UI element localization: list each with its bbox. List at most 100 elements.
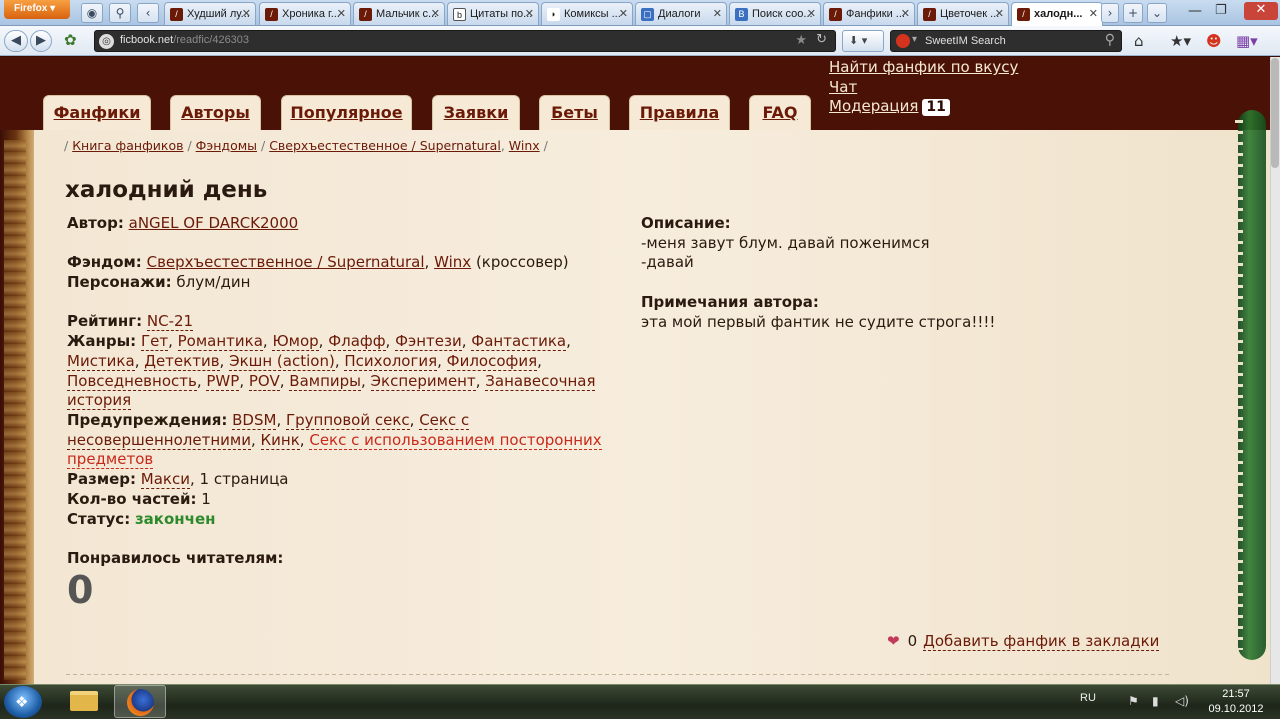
breadcrumb-supernatural[interactable]: Сверхъестественное / Supernatural xyxy=(269,138,501,153)
url-bar[interactable]: ◎ ficbook.net/readfic/426303 ★ ↻ xyxy=(94,30,836,52)
nav-tab-betas[interactable]: Беты xyxy=(539,95,610,131)
close-tab-icon[interactable]: ✕ xyxy=(525,7,534,20)
sweetim-icon[interactable]: ☻ xyxy=(1206,32,1222,50)
fandom-link-winx[interactable]: Winx xyxy=(434,253,471,271)
firefox-menu-button[interactable]: Firefox ▾ xyxy=(4,0,70,19)
genre-link[interactable]: Юмор xyxy=(272,332,319,352)
close-tab-icon[interactable]: ✕ xyxy=(431,7,440,20)
tab-7[interactable]: B Поиск соо... ✕ xyxy=(729,2,821,25)
network-icon[interactable]: ▮ xyxy=(1152,694,1159,708)
taskbar-firefox[interactable] xyxy=(114,685,166,718)
close-tab-icon[interactable]: ✕ xyxy=(901,7,910,20)
genre-link[interactable]: POV xyxy=(248,371,280,391)
close-tab-icon[interactable]: ✕ xyxy=(1089,7,1098,20)
tab-4[interactable]: b Цитаты по... ✕ xyxy=(447,2,539,25)
genre-link[interactable]: Психология xyxy=(344,351,438,371)
nav-tab-rules[interactable]: Правила xyxy=(629,95,730,131)
reload-icon[interactable]: ↻ xyxy=(816,32,827,47)
chat-link[interactable]: Чат xyxy=(829,78,1018,98)
genre-link[interactable]: Повседневность xyxy=(67,371,197,391)
warning-link[interactable]: Кинк xyxy=(260,430,300,450)
genre-link[interactable]: Флафф xyxy=(328,332,386,352)
downloads-button[interactable]: ⬇ ▾ xyxy=(842,30,884,52)
tab-scroll-right-icon[interactable]: › xyxy=(1101,3,1119,23)
warning-link[interactable]: несовершеннолетними xyxy=(67,430,251,450)
tab-2[interactable]: / Хроника г... ✕ xyxy=(259,2,351,25)
close-tab-icon[interactable]: ✕ xyxy=(713,7,722,20)
genre-link[interactable]: Фантастика xyxy=(471,332,567,352)
close-tab-icon[interactable]: ✕ xyxy=(242,7,251,20)
close-tab-icon[interactable]: ✕ xyxy=(619,7,628,20)
add-bookmark-link[interactable]: Добавить фанфик в закладки xyxy=(923,632,1160,651)
apps-icon[interactable]: ▦▾ xyxy=(1236,32,1258,50)
genre-link[interactable]: Гет xyxy=(140,332,169,352)
minimize-icon[interactable]: — xyxy=(1188,3,1202,19)
new-tab-icon[interactable]: + xyxy=(1123,3,1143,23)
heart-icon[interactable]: ❤ xyxy=(887,632,900,650)
tab-8[interactable]: / Фанфики ... ✕ xyxy=(823,2,915,25)
genre-link[interactable]: Фэнтези xyxy=(395,332,462,352)
search-plugin-icon[interactable]: ⚲ xyxy=(109,3,131,23)
close-tab-icon[interactable]: ✕ xyxy=(995,7,1004,20)
genre-link[interactable]: Философия xyxy=(446,351,538,371)
moderation-link[interactable]: Модерация 11 xyxy=(829,97,1018,117)
size-link[interactable]: Макси xyxy=(140,470,190,490)
tab-9[interactable]: / Цветочек ... ✕ xyxy=(917,2,1009,25)
genre-link[interactable]: Детектив xyxy=(144,351,220,371)
forward-icon[interactable]: ▶ xyxy=(30,30,52,52)
tab-list-icon[interactable]: ⌄ xyxy=(1147,3,1167,23)
scrollbar-thumb[interactable] xyxy=(1271,58,1279,168)
breadcrumb-fandoms[interactable]: Фэндомы xyxy=(196,138,257,153)
warning-link-red[interactable]: Секс с использованием посторонних xyxy=(309,430,602,450)
genre-link[interactable]: Вампиры xyxy=(289,371,361,391)
volume-icon[interactable]: ◁) xyxy=(1175,694,1189,708)
maximize-icon[interactable]: ❐ xyxy=(1215,3,1227,18)
fandom-link-supernatural[interactable]: Сверхъестественное / Supernatural xyxy=(147,253,425,271)
rating-link[interactable]: NC-21 xyxy=(146,312,194,332)
genre-link[interactable]: Экшн (action) xyxy=(229,351,335,371)
bookmarks-icon[interactable]: ★▾ xyxy=(1170,32,1191,50)
genre-link[interactable]: Мистика xyxy=(67,351,135,371)
tab-5[interactable]: ◗ Комиксы ... ✕ xyxy=(541,2,633,25)
tab-scroll-left-icon[interactable]: ‹ xyxy=(137,3,159,23)
warning-link[interactable]: BDSM xyxy=(232,411,277,430)
author-link[interactable]: aNGEL OF DARCK2000 xyxy=(129,214,299,232)
genre-link[interactable]: PWP xyxy=(206,371,240,391)
tab-6[interactable]: ▢ Диалоги ✕ xyxy=(635,2,727,25)
breadcrumb-winx[interactable]: Winx xyxy=(509,138,540,153)
search-engine-icon[interactable] xyxy=(896,34,910,48)
tab-3[interactable]: / Мальчик с... ✕ xyxy=(353,2,445,25)
breadcrumb-book[interactable]: Книга фанфиков xyxy=(72,138,183,153)
engine-dropdown-icon[interactable]: ▾ xyxy=(912,34,917,45)
genre-link[interactable]: Занавесочная xyxy=(485,371,596,391)
firefox-home-icon[interactable]: ◉ xyxy=(81,3,103,23)
warning-link[interactable]: Групповой секс xyxy=(286,411,410,430)
nav-tab-popular[interactable]: Популярное xyxy=(281,95,412,131)
search-icon[interactable]: ⚲ xyxy=(1105,32,1115,48)
tab-10-active[interactable]: / халодн... ✕ xyxy=(1011,2,1103,26)
close-tab-icon[interactable]: ✕ xyxy=(807,7,816,20)
tray-action-center-icon[interactable]: ⚑ xyxy=(1128,694,1139,708)
close-window-icon[interactable]: ✕ xyxy=(1244,2,1278,20)
home-icon[interactable]: ⌂ xyxy=(1134,32,1144,50)
site-identity-icon[interactable]: ◎ xyxy=(99,34,114,49)
back-icon[interactable]: ◀ xyxy=(4,30,28,52)
taskbar-explorer[interactable] xyxy=(58,685,110,718)
taskbar-clock[interactable]: 21:57 09.10.2012 xyxy=(1206,687,1266,717)
tab-1[interactable]: / Худший лу... ✕ xyxy=(164,2,256,25)
find-fanfic-link[interactable]: Найти фанфик по вкусу xyxy=(829,58,1018,78)
nav-tab-faq[interactable]: FAQ xyxy=(749,95,811,131)
language-indicator[interactable]: RU xyxy=(1080,692,1096,704)
nav-tab-fanfics[interactable]: Фанфики xyxy=(43,95,151,131)
addon-icon[interactable]: ✿ xyxy=(64,31,77,49)
warning-link-red[interactable]: предметов xyxy=(67,450,154,470)
genre-link[interactable]: Романтика xyxy=(177,332,263,352)
nav-tab-requests[interactable]: Заявки xyxy=(432,95,520,131)
genre-link[interactable]: Эксперимент xyxy=(370,371,476,391)
url-text[interactable]: ficbook.net/readfic/426303 xyxy=(120,34,249,46)
search-bar[interactable]: ▾ SweetIM Search ⚲ xyxy=(890,30,1122,52)
genre-link[interactable]: история xyxy=(67,391,132,411)
nav-tab-authors[interactable]: Авторы xyxy=(170,95,261,131)
bookmark-star-icon[interactable]: ★ xyxy=(795,33,807,48)
start-button[interactable]: ❖ xyxy=(4,686,42,718)
